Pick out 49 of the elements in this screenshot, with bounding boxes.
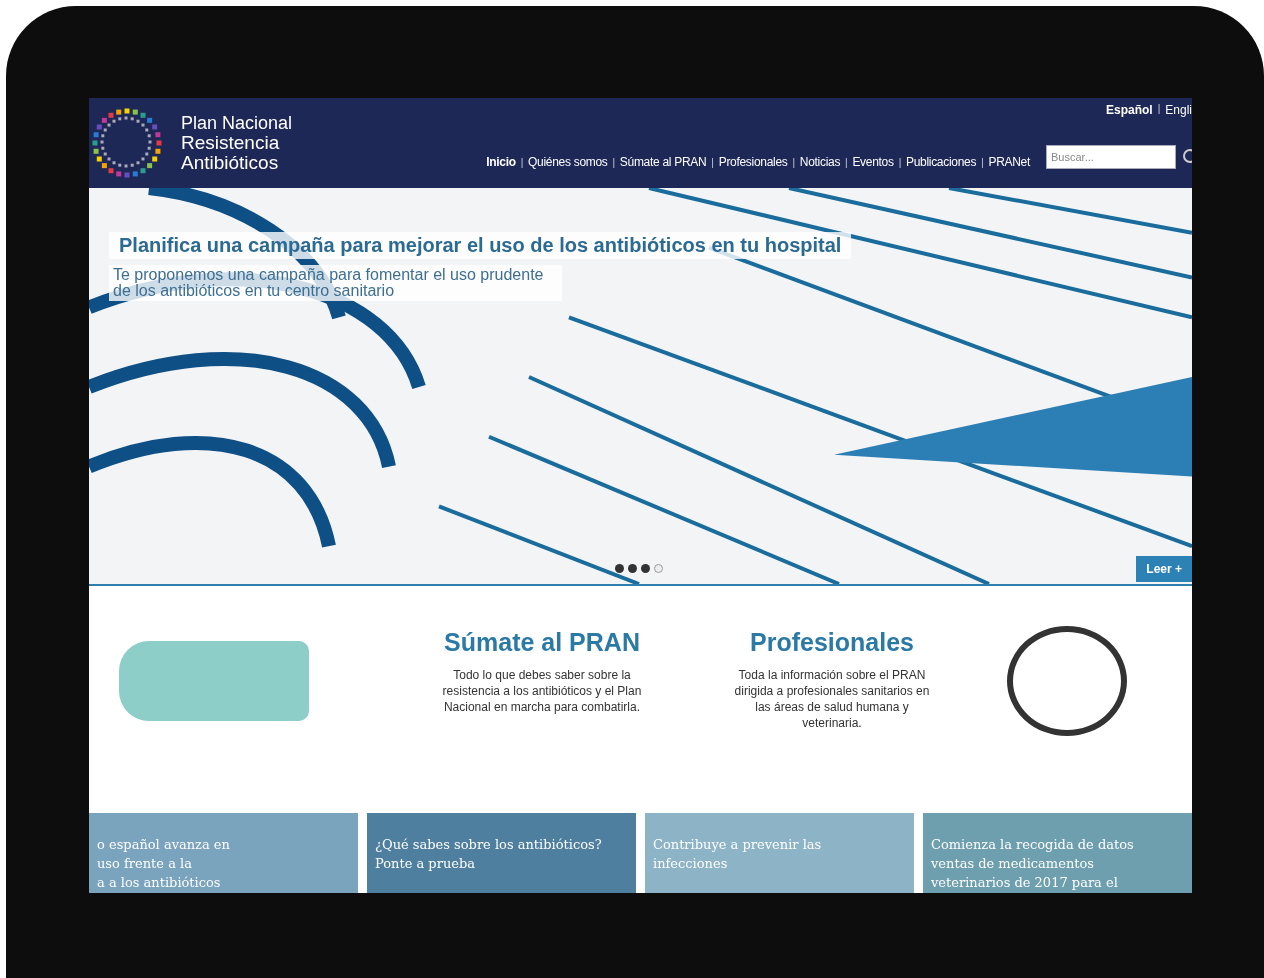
language-link[interactable]: Español — [1106, 103, 1153, 143]
search-icon[interactable] — [1182, 149, 1192, 165]
carousel-dot[interactable] — [628, 564, 637, 573]
slide-subtitle: Te proponemos una campaña para fomentar el uso prudente de los antibióticos en tu centro sanitario — [109, 265, 562, 301]
nav-link[interactable]: Súmate al PRAN — [619, 155, 707, 169]
carousel-dot[interactable] — [641, 564, 650, 573]
news-title[interactable]: Contribuye a prevenir las — [653, 835, 906, 854]
carousel-dot[interactable] — [615, 564, 624, 573]
news-card[interactable]: Contribuye a prevenir las infecciones — [645, 813, 914, 893]
news-title[interactable]: ¿Qué sabes sobre los antibióticos? — [375, 835, 628, 854]
logo-text: Resistencia — [181, 133, 281, 153]
news-title[interactable]: uso frente a la — [97, 854, 350, 873]
nav-link[interactable]: Quiénes somos — [528, 155, 608, 169]
news-card[interactable]: Comienza la recogida de datos ventas de medicamentos veterinarios de 2017 para el — [923, 813, 1192, 893]
nav-link[interactable]: Eventos — [852, 155, 894, 169]
news-title[interactable]: infecciones — [653, 854, 906, 873]
nav-link[interactable]: Noticias — [799, 155, 841, 169]
language-link[interactable]: Engli — [1165, 103, 1192, 143]
feature-text: Todo lo que debes saber sobre la resistencia a los antibióticos y el Plan Nacional en marcha para combatirla. — [441, 667, 643, 715]
separator: | — [520, 156, 524, 168]
slide-title[interactable]: Planifica una campaña para mejorar el uso de los antibióticos en tu hospital — [109, 232, 852, 259]
news-card[interactable]: ¿Qué sabes sobre los antibióticos? Ponte a prueba — [367, 813, 636, 893]
separator: | — [898, 156, 901, 168]
feature-title[interactable]: Súmate al PRAN — [417, 628, 667, 657]
logo-text: Antibióticos — [181, 153, 280, 173]
carousel-dot[interactable] — [654, 564, 663, 573]
separator: | — [711, 156, 714, 168]
separator: | — [1157, 103, 1161, 116]
separator: | — [981, 156, 984, 168]
news-title[interactable]: a a los antibióticos — [97, 873, 350, 892]
news-title[interactable]: ventas de medicamentos — [931, 854, 1184, 873]
nav-link[interactable]: Inicio — [486, 155, 516, 169]
logo-text: Plan Nacional — [181, 113, 293, 133]
news-title[interactable]: veterinarios de 2017 para el — [931, 873, 1184, 892]
news-card[interactable]: o español avanza en uso frente a la a a los antibióticos — [89, 813, 358, 893]
logo-icon — [91, 106, 163, 180]
nav-link[interactable]: Profesionales — [718, 155, 788, 169]
news-title[interactable]: Ponte a prueba — [375, 854, 628, 873]
separator: | — [612, 156, 615, 168]
nav-link[interactable]: Publicaciones — [905, 155, 977, 169]
news-title[interactable]: o español avanza en — [97, 835, 350, 854]
read-more-button[interactable]: Leer + — [1136, 556, 1192, 582]
news-title[interactable]: Comienza la recogida de datos — [931, 835, 1184, 854]
separator: | — [792, 156, 795, 168]
feature-title[interactable]: Profesionales — [707, 628, 957, 657]
separator: | — [845, 156, 848, 168]
search-field[interactable]: Buscar... — [1046, 145, 1176, 169]
nav-link[interactable]: PRANet — [988, 155, 1030, 169]
feature-text: Toda la información sobre el PRAN dirigida a profesionales sanitarios en las áreas de salud humana y veterinaria. — [733, 667, 931, 731]
